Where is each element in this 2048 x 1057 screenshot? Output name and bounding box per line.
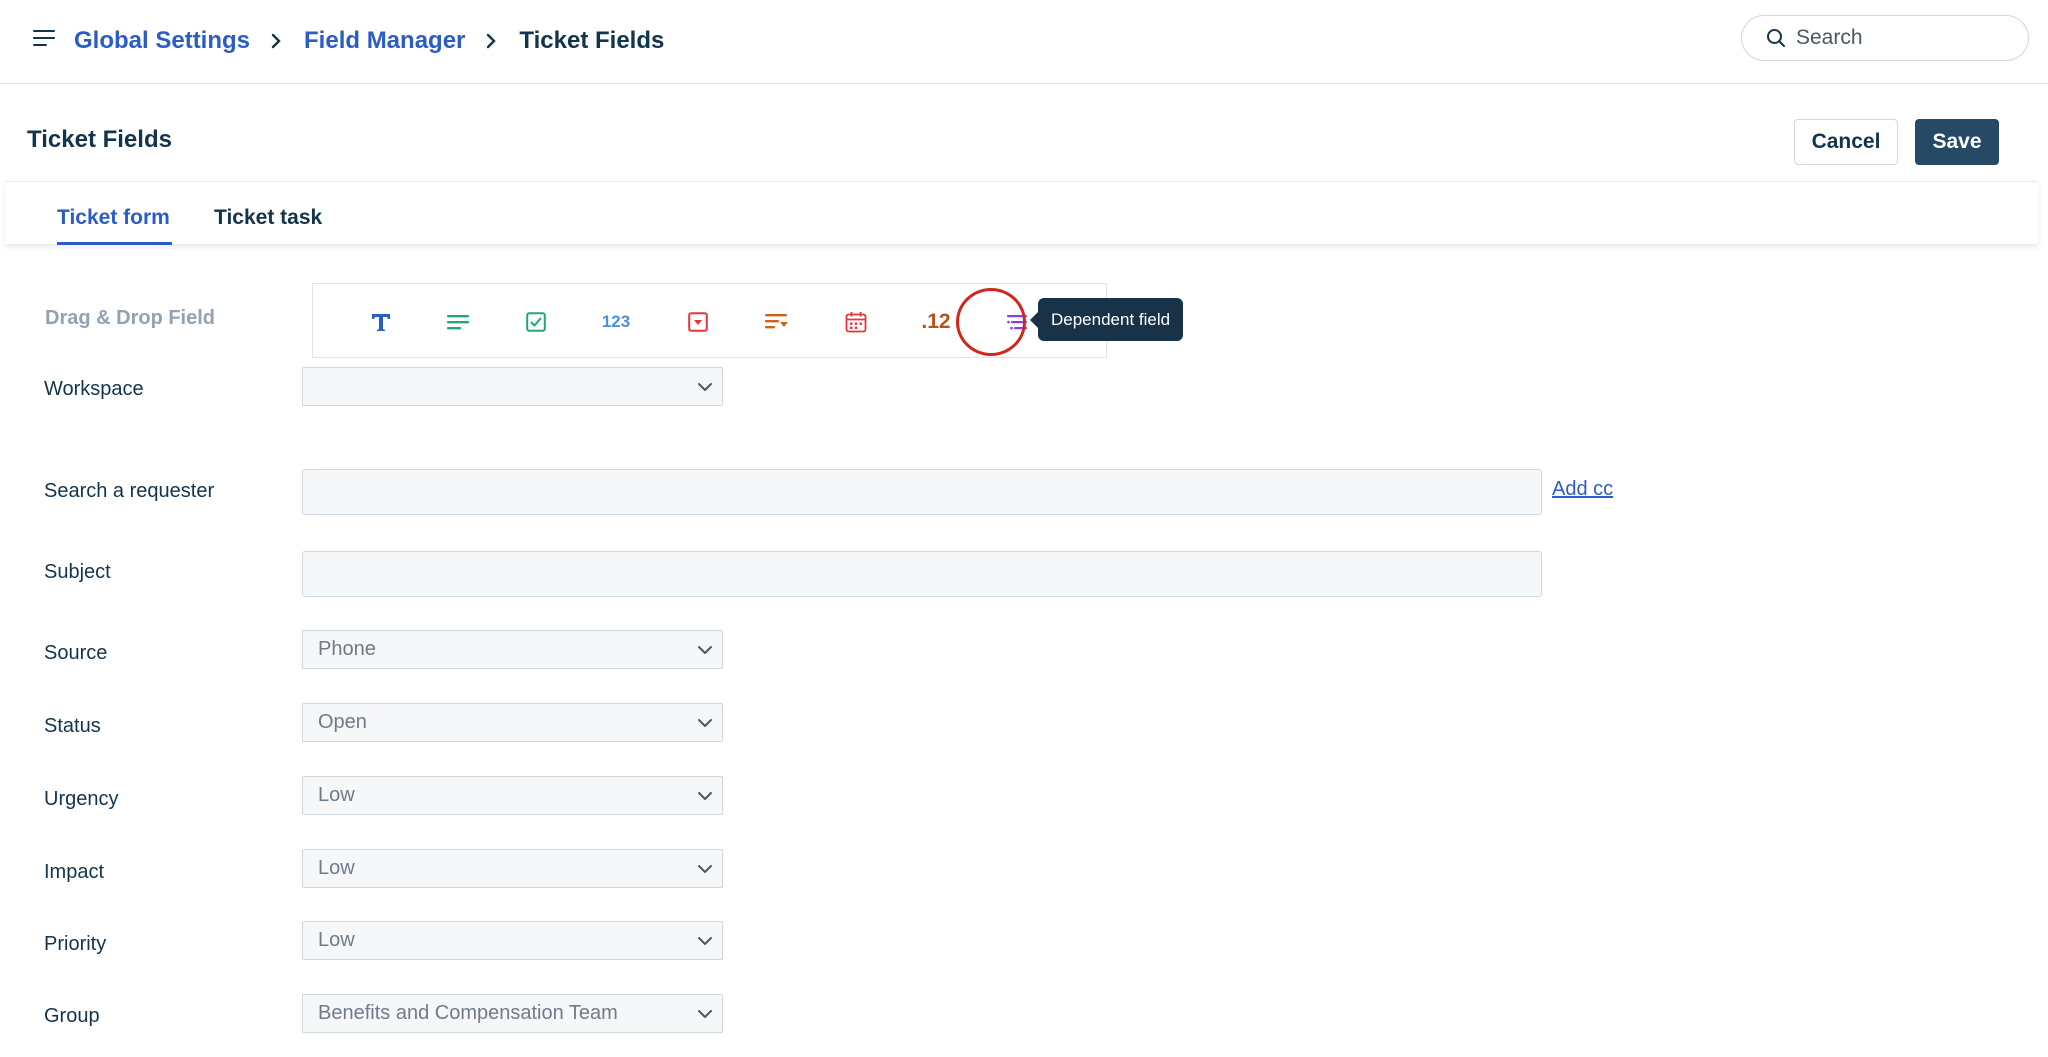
top-header: Global Settings Field Manager Ticket Fie… — [0, 0, 2048, 84]
breadcrumb-ticket-fields: Ticket Fields — [519, 27, 665, 54]
page-title: Ticket Fields — [27, 126, 172, 153]
impact-value: Low — [318, 857, 355, 879]
highlight-circle — [956, 288, 1026, 356]
chevron-down-icon — [698, 646, 712, 654]
add-cc-link[interactable]: Add cc — [1552, 478, 1613, 501]
save-button[interactable]: Save — [1915, 119, 1999, 165]
search-icon — [1767, 29, 1785, 47]
hamburger-menu-icon[interactable] — [32, 26, 58, 50]
source-select[interactable]: Phone — [302, 630, 723, 669]
search-input[interactable] — [1796, 26, 1996, 50]
tab-ticket-task[interactable]: Ticket task — [214, 206, 322, 230]
requester-label: Search a requester — [44, 480, 215, 502]
chevron-down-icon — [698, 937, 712, 945]
chevron-down-icon — [698, 383, 712, 391]
status-select[interactable]: Open — [302, 703, 723, 742]
source-label: Source — [44, 642, 108, 664]
subject-label: Subject — [44, 561, 111, 583]
single-line-text-icon[interactable] — [351, 284, 411, 359]
chevron-right-icon — [485, 33, 497, 49]
chevron-down-icon — [698, 1010, 712, 1018]
checkbox-icon[interactable] — [506, 284, 566, 359]
chevron-down-icon — [698, 792, 712, 800]
status-value: Open — [318, 711, 367, 733]
priority-select[interactable]: Low — [302, 921, 723, 960]
workspace-select[interactable] — [302, 367, 723, 406]
tab-bar: Ticket form Ticket task — [5, 181, 2038, 245]
subject-input[interactable] — [302, 551, 1542, 597]
workspace-label: Workspace — [44, 378, 144, 400]
tab-ticket-form[interactable]: Ticket form — [57, 206, 170, 230]
multi-select-icon[interactable] — [747, 284, 807, 359]
date-icon[interactable] — [826, 284, 886, 359]
search-box[interactable] — [1741, 15, 2029, 61]
paragraph-text-icon[interactable] — [428, 284, 488, 359]
number-icon[interactable]: 123 — [586, 284, 646, 359]
group-label: Group — [44, 1005, 100, 1027]
chevron-right-icon — [270, 33, 282, 49]
status-label: Status — [44, 715, 101, 737]
impact-label: Impact — [44, 861, 105, 883]
group-value: Benefits and Compensation Team — [318, 1002, 618, 1024]
drag-drop-label: Drag & Drop Field — [45, 307, 216, 329]
source-value: Phone — [318, 638, 376, 660]
priority-label: Priority — [44, 933, 107, 955]
urgency-value: Low — [318, 784, 355, 806]
breadcrumb-global-settings[interactable]: Global Settings — [74, 27, 250, 55]
urgency-select[interactable]: Low — [302, 776, 723, 815]
chevron-down-icon — [698, 719, 712, 727]
dependent-field-tooltip: Dependent field — [1029, 298, 1184, 341]
chevron-down-icon — [698, 865, 712, 873]
priority-value: Low — [318, 929, 355, 951]
impact-select[interactable]: Low — [302, 849, 723, 888]
requester-search-input[interactable] — [302, 469, 1542, 515]
group-select[interactable]: Benefits and Compensation Team — [302, 994, 723, 1033]
urgency-label: Urgency — [44, 788, 119, 810]
breadcrumb-field-manager[interactable]: Field Manager — [304, 27, 465, 55]
active-tab-indicator — [57, 242, 172, 245]
dropdown-icon[interactable] — [668, 284, 728, 359]
cancel-button[interactable]: Cancel — [1794, 119, 1898, 165]
breadcrumb: Global Settings Field Manager Ticket Fie… — [74, 24, 664, 58]
